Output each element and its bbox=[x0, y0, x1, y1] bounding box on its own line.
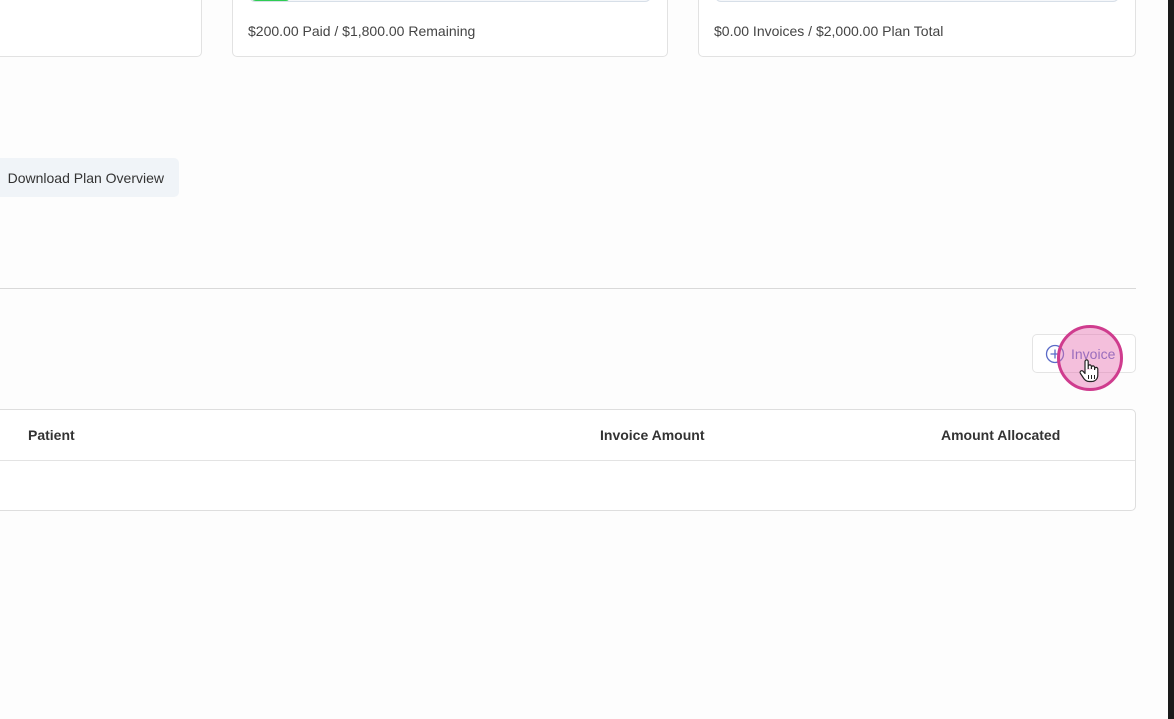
invoices-summary-card: $0.00 Invoices / $2,000.00 Plan Total bbox=[698, 0, 1136, 57]
payments-summary-text: $200.00 Paid / $1,800.00 Remaining bbox=[248, 23, 476, 39]
payments-summary-card: $200.00 Paid / $1,800.00 Remaining bbox=[232, 0, 668, 57]
download-plan-overview-button[interactable]: Download Plan Overview bbox=[0, 158, 179, 197]
invoices-table: Patient Invoice Amount Amount Allocated bbox=[0, 409, 1136, 511]
invoices-summary-text: $0.00 Invoices / $2,000.00 Plan Total bbox=[714, 23, 944, 39]
section-divider bbox=[0, 288, 1136, 289]
table-header: Patient Invoice Amount Amount Allocated bbox=[0, 410, 1135, 461]
window-edge bbox=[1168, 0, 1174, 719]
payments-progress-fill bbox=[250, 0, 290, 1]
hand-pointer-icon bbox=[1078, 358, 1100, 389]
column-header-patient[interactable]: Patient bbox=[28, 427, 75, 443]
payments-progress-bar bbox=[249, 0, 651, 2]
column-header-invoice-amount[interactable]: Invoice Amount bbox=[600, 427, 705, 443]
invoices-progress-bar bbox=[715, 0, 1119, 2]
column-header-amount-allocated[interactable]: Amount Allocated bbox=[941, 427, 1060, 443]
summary-card-partial bbox=[0, 0, 202, 57]
